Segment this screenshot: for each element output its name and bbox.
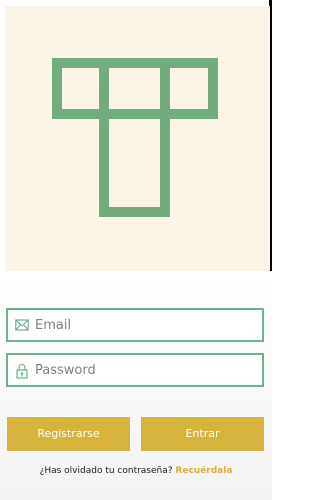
mail-icon: [15, 319, 29, 331]
logo-top-bar-frame: [52, 58, 218, 119]
logo-stem-frame: [99, 109, 170, 217]
forgot-password-text: ¿Has olvidado tu contraseña?: [39, 466, 173, 476]
email-field[interactable]: [6, 308, 264, 342]
password-field[interactable]: [6, 353, 264, 387]
email-input[interactable]: [35, 314, 255, 336]
recover-password-link[interactable]: Recuérdala: [175, 466, 232, 476]
login-form: Registrarse Entrar ¿Has olvidado tu cont…: [0, 271, 272, 500]
register-button[interactable]: Registrarse: [7, 417, 130, 451]
enter-button[interactable]: Entrar: [141, 417, 264, 451]
password-input[interactable]: [35, 359, 255, 381]
forgot-password-row: ¿Has olvidado tu contraseña? Recuérdala: [0, 466, 272, 476]
lock-icon: [16, 363, 28, 379]
logo-panel: [5, 6, 270, 271]
login-screen: Registrarse Entrar ¿Has olvidado tu cont…: [0, 0, 272, 500]
t-grid-logo-icon: [52, 58, 218, 217]
